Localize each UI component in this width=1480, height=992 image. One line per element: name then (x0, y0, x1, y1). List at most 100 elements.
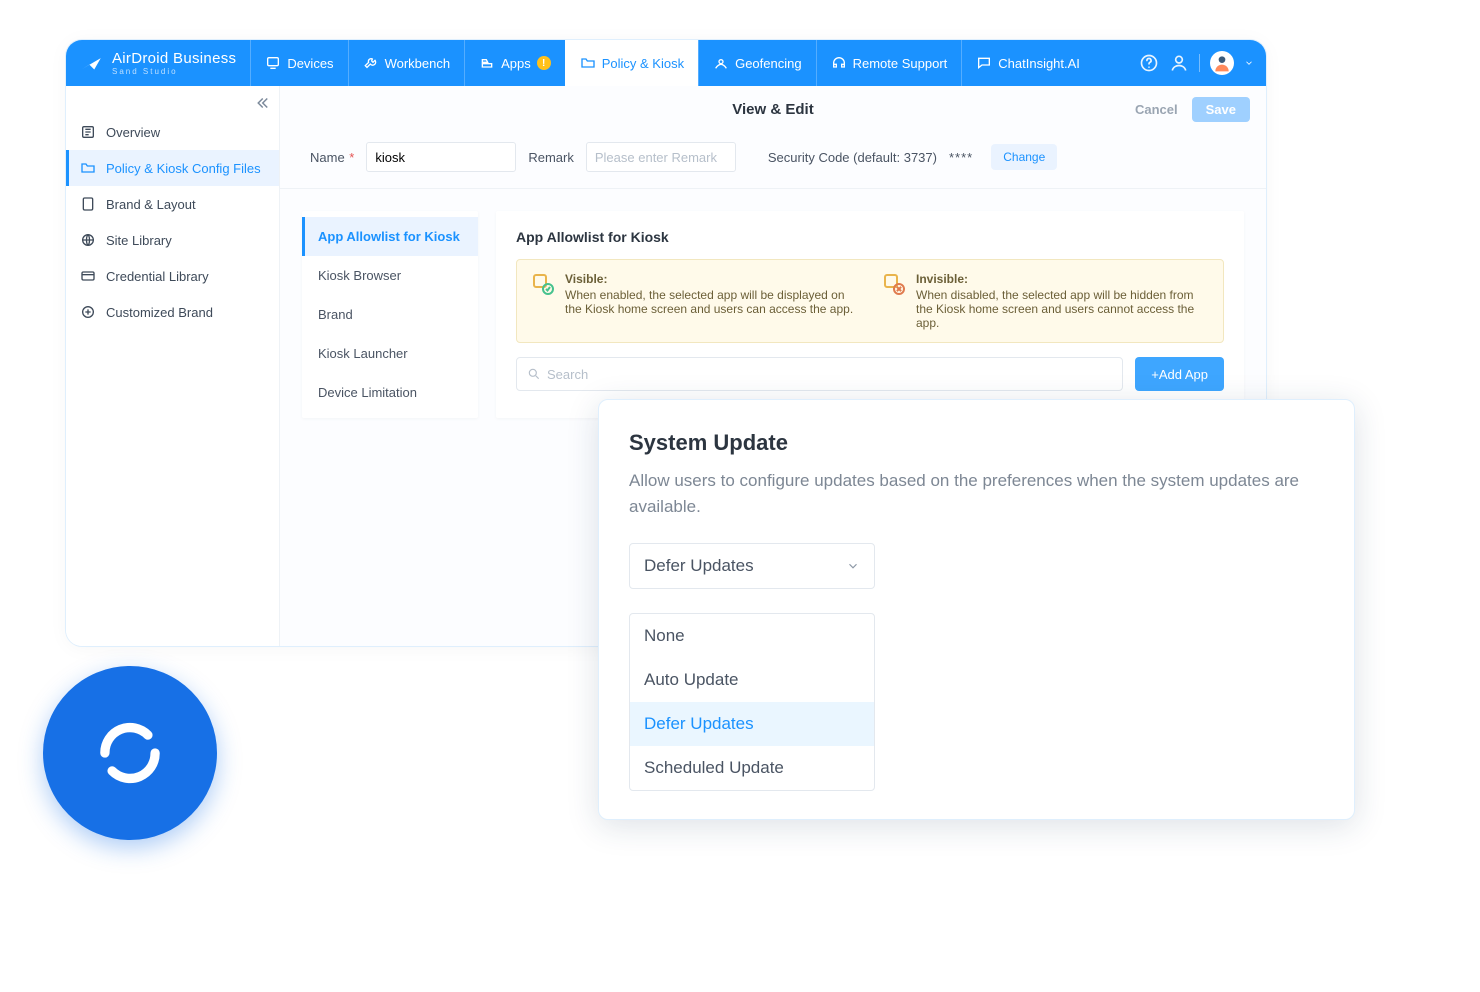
separator (1199, 54, 1200, 72)
avatar[interactable] (1210, 51, 1234, 75)
settings-tab-brand[interactable]: Brand (302, 295, 478, 334)
invisible-title: Invisible: (916, 272, 1209, 286)
sync-icon (87, 710, 173, 796)
nav-apps[interactable]: Apps ! (464, 40, 565, 86)
nav-remote-support-label: Remote Support (853, 56, 948, 71)
sidebar-item-label: Brand & Layout (106, 197, 196, 212)
sidebar-item-overview[interactable]: Overview (66, 114, 279, 150)
top-nav-items: Devices Workbench Apps ! Policy & Kiosk … (250, 40, 1094, 86)
airdroid-logo-icon (78, 50, 104, 76)
top-nav: AirDroid Business Sand Studio Devices Wo… (66, 40, 1266, 86)
name-input[interactable] (366, 142, 516, 172)
security-code-value: **** (949, 150, 973, 165)
add-app-label: +Add App (1151, 367, 1208, 382)
search-placeholder: Search (547, 367, 588, 382)
option-auto-update[interactable]: Auto Update (630, 658, 874, 702)
modal-description: Allow users to configure updates based o… (629, 468, 1324, 521)
headset-icon (831, 55, 847, 71)
brand-layout-icon (80, 196, 96, 212)
sidebar-item-label: Customized Brand (106, 305, 213, 320)
brand-name: AirDroid Business (112, 51, 236, 66)
cancel-button[interactable]: Cancel (1135, 102, 1178, 117)
search-icon (527, 367, 541, 381)
overview-icon (80, 124, 96, 140)
nav-devices[interactable]: Devices (250, 40, 347, 86)
settings-tab-device-limitation[interactable]: Device Limitation (302, 373, 478, 412)
apps-icon (479, 55, 495, 71)
name-label: Name * (310, 150, 354, 165)
config-files-icon (80, 160, 96, 176)
nav-workbench-label: Workbench (385, 56, 451, 71)
sidebar-item-label: Credential Library (106, 269, 209, 284)
settings-nav: App Allowlist for Kiosk Kiosk Browser Br… (302, 211, 478, 418)
help-icon[interactable] (1139, 53, 1159, 73)
support-icon[interactable] (1169, 53, 1189, 73)
form-row: Name * Remark Security Code (default: 37… (280, 132, 1266, 189)
wrench-icon (363, 55, 379, 71)
globe-icon (80, 232, 96, 248)
visible-desc: When enabled, the selected app will be d… (565, 288, 858, 316)
brand-logo: AirDroid Business Sand Studio (66, 40, 250, 86)
sidebar-item-credential-library[interactable]: Credential Library (66, 258, 279, 294)
nav-chatinsight-label: ChatInsight.AI (998, 56, 1080, 71)
nav-devices-label: Devices (287, 56, 333, 71)
credentials-icon (80, 268, 96, 284)
settings-tab-allowlist[interactable]: App Allowlist for Kiosk (302, 217, 478, 256)
nav-chatinsight[interactable]: ChatInsight.AI (961, 40, 1094, 86)
nav-policy-kiosk[interactable]: Policy & Kiosk (565, 40, 698, 86)
nav-apps-label: Apps (501, 56, 531, 71)
chevron-down-icon[interactable] (1244, 58, 1254, 68)
sidebar: Overview Policy & Kiosk Config Files Bra… (66, 86, 280, 646)
sidebar-item-label: Site Library (106, 233, 172, 248)
change-button[interactable]: Change (991, 144, 1057, 170)
devices-icon (265, 55, 281, 71)
sidebar-item-label: Overview (106, 125, 160, 140)
nav-remote-support[interactable]: Remote Support (816, 40, 962, 86)
remark-input[interactable] (586, 142, 736, 172)
info-banner: Visible: When enabled, the selected app … (516, 259, 1224, 343)
folder-icon (580, 55, 596, 71)
visible-title: Visible: (565, 272, 858, 286)
system-update-modal: System Update Allow users to configure u… (598, 399, 1355, 820)
sidebar-item-label: Policy & Kiosk Config Files (106, 161, 261, 176)
option-defer-updates[interactable]: Defer Updates (630, 702, 874, 746)
remark-label: Remark (528, 150, 574, 165)
settings-panel: App Allowlist for Kiosk Visible: When en… (496, 211, 1244, 418)
allowlist-title: App Allowlist for Kiosk (516, 229, 1224, 245)
option-none[interactable]: None (630, 614, 874, 658)
nav-right (1127, 51, 1266, 75)
nav-geofencing[interactable]: Geofencing (698, 40, 816, 86)
chevron-down-icon (846, 559, 860, 573)
update-mode-dropdown: None Auto Update Defer Updates Scheduled… (629, 613, 875, 791)
invisible-icon (882, 272, 906, 296)
sidebar-item-customized-brand[interactable]: Customized Brand (66, 294, 279, 330)
settings-tab-kiosk-launcher[interactable]: Kiosk Launcher (302, 334, 478, 373)
settings-tab-kiosk-browser[interactable]: Kiosk Browser (302, 256, 478, 295)
option-scheduled-update[interactable]: Scheduled Update (630, 746, 874, 790)
invisible-desc: When disabled, the selected app will be … (916, 288, 1209, 330)
update-mode-select[interactable]: Defer Updates (629, 543, 875, 589)
visible-icon (531, 272, 555, 296)
add-app-button[interactable]: +Add App (1135, 357, 1224, 391)
page-header: View & Edit Cancel Save (280, 86, 1266, 132)
chat-icon (976, 55, 992, 71)
search-input[interactable]: Search (516, 357, 1123, 391)
sidebar-item-site-library[interactable]: Site Library (66, 222, 279, 258)
sidebar-item-config-files[interactable]: Policy & Kiosk Config Files (66, 150, 279, 186)
security-code-label: Security Code (default: 3737) (768, 150, 937, 165)
select-value: Defer Updates (644, 556, 754, 576)
nav-workbench[interactable]: Workbench (348, 40, 465, 86)
page-title: View & Edit (732, 101, 813, 118)
save-button[interactable]: Save (1192, 97, 1250, 122)
geofence-icon (713, 55, 729, 71)
avatar-icon (1212, 53, 1232, 73)
nav-geofencing-label: Geofencing (735, 56, 802, 71)
customized-brand-icon (80, 304, 96, 320)
modal-title: System Update (629, 430, 1324, 456)
brand-subtitle: Sand Studio (112, 67, 236, 76)
collapse-sidebar-icon[interactable] (253, 94, 271, 112)
alert-badge-icon: ! (537, 56, 551, 70)
sync-fab (43, 666, 217, 840)
nav-policy-kiosk-label: Policy & Kiosk (602, 56, 684, 71)
sidebar-item-brand-layout[interactable]: Brand & Layout (66, 186, 279, 222)
